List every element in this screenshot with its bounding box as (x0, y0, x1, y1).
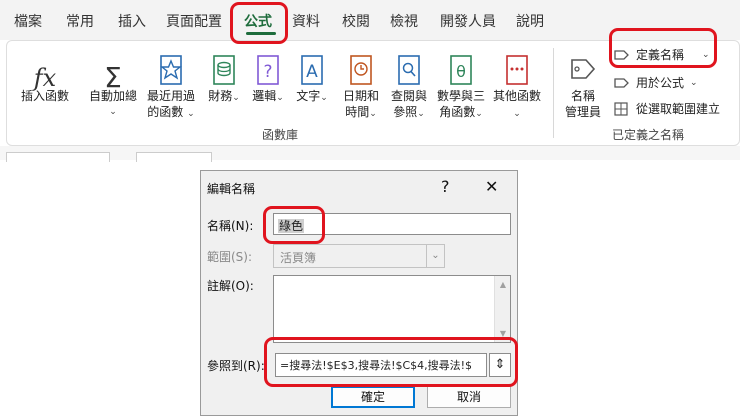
refers-to-value: =搜尋法!$E$3,搜尋法!$C$4,搜尋法!$ (280, 359, 473, 372)
name-manager-button[interactable]: 名稱 管理員 (558, 48, 608, 120)
help-button[interactable]: ? (441, 177, 450, 196)
tag-small-icon (614, 49, 629, 60)
theta-book-icon: θ (432, 48, 490, 86)
math-trig-label-1: 數學與三 (436, 89, 485, 103)
datetime-button[interactable]: 日期和 時間⌄ (338, 48, 384, 122)
formula-bar-strip (0, 146, 740, 160)
group-separator (553, 48, 554, 138)
clock-book-icon (338, 48, 384, 86)
scope-label: 範圍(S): (207, 250, 253, 264)
tab-review[interactable]: 校閱 (342, 11, 370, 31)
tab-page-layout[interactable]: 頁面配置 (166, 11, 222, 31)
tab-view[interactable]: 檢視 (390, 11, 418, 31)
name-manager-label-1: 名稱 (570, 89, 595, 103)
math-trig-label-2: 角函數⌄ (439, 105, 483, 119)
datetime-label-2: 時間⌄ (345, 105, 377, 119)
ribbon-tab-bar: 檔案 常用 插入 頁面配置 公式 資料 校閱 檢視 開發人員 說明 (0, 0, 740, 40)
lookup-button[interactable]: 查閱與 參照⌄ (386, 48, 432, 122)
tab-data[interactable]: 資料 (292, 11, 320, 31)
svg-text:A: A (306, 62, 318, 82)
text-button[interactable]: A 文字⌄ (292, 48, 332, 106)
logical-label: 邏輯⌄ (252, 89, 284, 103)
fx-icon: fx (33, 64, 57, 92)
tag-formula-icon (614, 77, 629, 88)
define-name-button[interactable]: 定義名稱 ⌄ (614, 46, 710, 63)
insert-function-button[interactable]: fx 插入函數 (14, 48, 76, 104)
recently-used-button[interactable]: 最近用過 的函數 ⌄ (142, 48, 200, 122)
financial-button[interactable]: 財務⌄ (204, 48, 244, 106)
tab-home[interactable]: 常用 (66, 11, 94, 31)
toolbar-edge (136, 152, 212, 162)
create-from-selection-button[interactable]: 從選取範圍建立 (614, 100, 720, 117)
scope-select[interactable]: 活頁簿 ⌄ (273, 244, 445, 268)
sigma-icon: Σ (104, 61, 122, 94)
use-in-formula-button[interactable]: 用於公式 ⌄ (614, 74, 698, 91)
autosum-button[interactable]: Σ 自動加總 ⌄ (84, 48, 142, 120)
tab-insert[interactable]: 插入 (118, 11, 146, 31)
name-field-value: 綠色 (278, 219, 305, 233)
name-manager-label-2: 管理員 (564, 105, 601, 119)
cancel-button[interactable]: 取消 (427, 386, 511, 408)
name-box-edge (6, 152, 110, 162)
financial-label: 財務⌄ (208, 89, 240, 103)
math-trig-button[interactable]: θ 數學與三 角函數⌄ (432, 48, 490, 122)
scroll-up-icon[interactable]: ▲ (495, 280, 510, 289)
autosum-label: 自動加總 (88, 89, 137, 103)
group-label-defined-names: 已定義之名稱 (612, 128, 685, 142)
text-book-icon: A (292, 48, 332, 86)
svg-text:?: ? (263, 62, 272, 82)
chevron-down-icon: ⌄ (426, 245, 444, 267)
refers-to-field[interactable]: =搜尋法!$E$3,搜尋法!$C$4,搜尋法!$ (275, 353, 487, 377)
datetime-label-1: 日期和 (342, 89, 379, 103)
dialog-title: 編輯名稱 (207, 182, 256, 196)
lookup-label-2: 參照⌄ (393, 105, 425, 119)
comment-label: 註解(O): (207, 279, 254, 293)
edit-name-dialog: 編輯名稱 ? ✕ 名稱(N): 綠色 範圍(S): 活頁簿 ⌄ 註解(O): ▲… (200, 170, 518, 416)
name-label: 名稱(N): (207, 219, 254, 233)
tab-file[interactable]: 檔案 (14, 11, 42, 31)
scroll-down-icon[interactable]: ▼ (495, 329, 510, 338)
star-book-icon (142, 48, 200, 86)
scope-value: 活頁簿 (280, 251, 317, 265)
create-from-selection-label: 從選取範圍建立 (636, 102, 721, 116)
grid-tag-icon (614, 101, 628, 116)
question-book-icon: ? (248, 48, 288, 86)
active-tab-indicator (246, 32, 276, 35)
recently-used-label-1: 最近用過 (146, 89, 195, 103)
recently-used-label-2: 的函數 ⌄ (147, 105, 195, 119)
use-in-formula-label: 用於公式 (636, 76, 685, 90)
lookup-label-1: 查閱與 (390, 89, 427, 103)
group-label-function-library: 函數庫 (262, 128, 299, 142)
tab-developer[interactable]: 開發人員 (440, 11, 496, 31)
insert-function-label: 插入函數 (20, 89, 69, 103)
text-label: 文字⌄ (296, 89, 328, 103)
chevron-down-icon: ⌄ (109, 107, 117, 117)
ok-button[interactable]: 確定 (331, 386, 415, 408)
magnifier-book-icon (386, 48, 432, 86)
chevron-down-icon: ⌄ (702, 49, 710, 60)
refers-to-label: 參照到(R): (207, 359, 265, 373)
tag-icon (558, 48, 608, 86)
define-name-label: 定義名稱 (636, 48, 685, 62)
comment-scrollbar[interactable]: ▲ ▼ (494, 276, 510, 342)
tab-formulas[interactable]: 公式 (244, 11, 272, 31)
more-functions-button[interactable]: 其他函數⌄ (490, 48, 544, 122)
tab-help[interactable]: 說明 (516, 11, 544, 31)
name-field[interactable]: 綠色 (273, 213, 511, 235)
collapse-range-icon[interactable]: ⇕ (489, 353, 511, 377)
chevron-down-icon: ⌄ (690, 77, 698, 88)
svg-text:θ: θ (456, 62, 466, 81)
more-book-icon (490, 48, 544, 86)
comment-textarea[interactable]: ▲ ▼ (273, 275, 511, 343)
more-functions-label: 其他函數⌄ (492, 89, 541, 119)
coins-book-icon (204, 48, 244, 86)
logical-button[interactable]: ? 邏輯⌄ (248, 48, 288, 106)
close-button[interactable]: ✕ (485, 177, 498, 196)
